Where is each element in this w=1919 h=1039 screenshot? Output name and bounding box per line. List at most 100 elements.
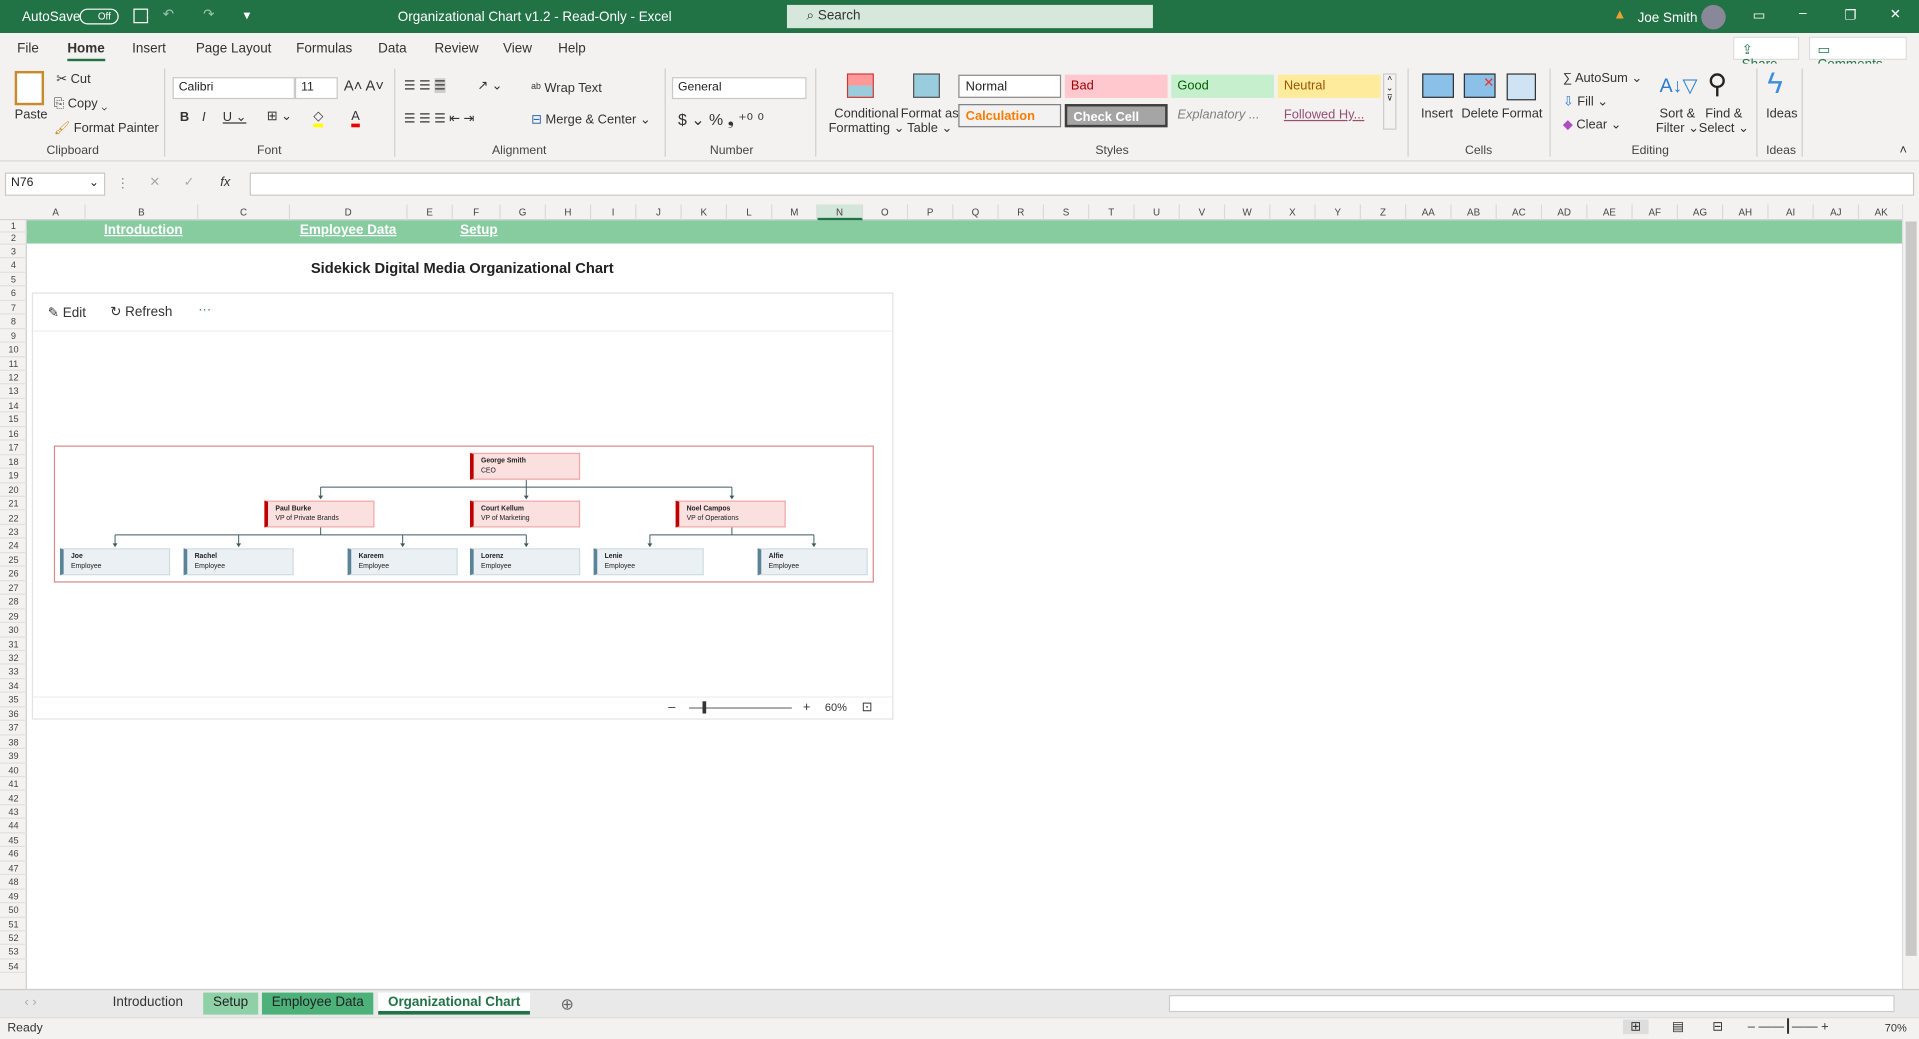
link-introduction[interactable]: Introduction — [104, 223, 183, 238]
tab-view[interactable]: View — [503, 42, 532, 57]
avatar[interactable] — [1701, 4, 1726, 30]
copy-button[interactable]: ⎘ Copy ⌄ — [54, 97, 108, 113]
warning-icon[interactable]: ▲ — [1613, 7, 1626, 22]
format-painter-button[interactable]: 🖌 Format Painter — [54, 120, 159, 136]
row-header[interactable]: 54 — [0, 959, 27, 974]
row-header[interactable]: 34 — [0, 679, 27, 694]
column-header[interactable]: N — [817, 204, 863, 221]
org-node-employee[interactable]: Lorenz Employee — [469, 548, 581, 576]
column-header[interactable]: Q — [953, 204, 999, 221]
row-header[interactable]: 43 — [0, 805, 27, 820]
column-header[interactable]: AG — [1678, 204, 1724, 221]
column-header[interactable]: AI — [1769, 204, 1814, 221]
column-header[interactable]: W — [1225, 204, 1271, 221]
column-header[interactable]: A — [27, 204, 86, 221]
enter-icon[interactable]: ✓ — [184, 175, 195, 190]
font-size-select[interactable]: 11 — [294, 77, 338, 100]
column-header[interactable]: X — [1270, 204, 1316, 221]
column-header[interactable]: V — [1180, 204, 1226, 221]
sheet-tab-employee-data[interactable]: Employee Data — [261, 992, 374, 1015]
column-header[interactable]: E — [408, 204, 453, 221]
row-header[interactable]: 24 — [0, 539, 27, 553]
redo-icon[interactable]: ↷ — [203, 6, 214, 22]
style-followed-hyperlink[interactable]: Followed Hy... — [1278, 104, 1381, 127]
zoom-slider[interactable]: – ——┃—— + — [1748, 1020, 1829, 1035]
zoom-out-button[interactable]: – — [668, 700, 675, 715]
customize-qat-icon[interactable]: ▾ — [244, 7, 251, 24]
share-button[interactable]: ⇪ Share — [1733, 36, 1800, 72]
row-header[interactable]: 32 — [0, 651, 27, 666]
row-header[interactable]: 19 — [0, 469, 27, 483]
row-header[interactable]: 49 — [0, 889, 27, 904]
zoom-in-button[interactable]: + — [803, 700, 811, 715]
org-chart[interactable]: George Smith CEO Paul Burke VP of Private … — [53, 445, 874, 583]
column-header[interactable]: AF — [1633, 204, 1678, 221]
ribbon-display-icon[interactable]: ▭ — [1753, 7, 1766, 24]
row-header[interactable]: 46 — [0, 847, 27, 862]
cancel-icon[interactable]: ✕ — [149, 175, 160, 190]
style-check-cell[interactable]: Check Cell — [1064, 104, 1168, 128]
row-header[interactable]: 29 — [0, 609, 27, 624]
style-neutral[interactable]: Neutral — [1277, 74, 1381, 98]
tab-file[interactable]: File — [17, 42, 39, 57]
row-header[interactable]: 27 — [0, 581, 27, 596]
save-icon[interactable] — [133, 8, 149, 24]
row-header[interactable]: 7 — [0, 301, 27, 315]
insert-function-icon[interactable]: fx — [220, 175, 230, 190]
font-color-icon[interactable]: A — [351, 109, 360, 128]
collapse-ribbon-icon[interactable]: ˄ — [1899, 143, 1907, 158]
row-header[interactable]: 39 — [0, 749, 27, 764]
tab-help[interactable]: Help — [558, 42, 586, 57]
row-header[interactable]: 9 — [0, 329, 27, 343]
column-header[interactable]: D — [290, 204, 408, 221]
borders-icon[interactable]: ⊞ ⌄ — [267, 109, 292, 124]
row-header[interactable]: 31 — [0, 637, 27, 652]
row-header[interactable]: 4 — [0, 259, 27, 273]
number-format-select[interactable]: General — [671, 77, 807, 100]
row-header[interactable]: 18 — [0, 455, 27, 469]
row-header[interactable]: 53 — [0, 945, 27, 960]
tab-formulas[interactable]: Formulas — [296, 42, 352, 57]
style-calculation[interactable]: Calculation — [958, 104, 1062, 128]
column-header[interactable]: G — [501, 204, 546, 221]
row-header[interactable]: 30 — [0, 623, 27, 638]
page-break-view-icon[interactable]: ⊟ — [1712, 1020, 1723, 1035]
row-header[interactable]: 41 — [0, 777, 27, 792]
row-header[interactable]: 38 — [0, 735, 27, 750]
column-header[interactable]: Z — [1361, 204, 1407, 221]
row-header[interactable]: 50 — [0, 903, 27, 918]
row-header[interactable]: 51 — [0, 917, 27, 932]
orientation-icon[interactable]: ↗ ⌄ — [477, 78, 502, 93]
name-box[interactable]: N76 ⌄ — [4, 172, 106, 196]
currency-icon[interactable]: $ ⌄ % ❟ ⁺⁰ ⁰ — [678, 110, 764, 130]
tab-data[interactable]: Data — [378, 42, 406, 57]
bold-button[interactable]: B — [180, 110, 189, 125]
row-header[interactable]: 40 — [0, 763, 27, 778]
autosave-toggle[interactable]: Off — [79, 8, 119, 25]
style-normal[interactable]: Normal — [958, 74, 1062, 98]
org-node-employee[interactable]: Alfie Employee — [757, 548, 868, 576]
fill-button[interactable]: ⇩ Fill ⌄ — [1563, 94, 1608, 109]
column-header[interactable]: F — [453, 204, 501, 221]
row-header[interactable]: 36 — [0, 707, 27, 722]
style-bad[interactable]: Bad — [1064, 74, 1168, 98]
cut-button[interactable]: ✂ Cut — [56, 72, 90, 87]
row-header[interactable]: 25 — [0, 553, 27, 568]
row-header[interactable]: 37 — [0, 721, 27, 736]
undo-icon[interactable]: ↶ — [163, 6, 174, 22]
tab-page-layout[interactable]: Page Layout — [196, 42, 272, 57]
row-header[interactable]: 10 — [0, 343, 27, 357]
column-header[interactable]: AD — [1542, 204, 1588, 221]
column-header[interactable]: B — [86, 204, 199, 221]
column-header[interactable]: T — [1089, 204, 1135, 221]
vertical-scrollbar[interactable] — [1901, 204, 1919, 989]
merge-center-button[interactable]: ⊟ Merge & Center ⌄ — [531, 113, 650, 128]
fit-to-window-icon[interactable]: ⊡ — [862, 700, 873, 715]
row-header[interactable]: 23 — [0, 525, 27, 539]
edit-button[interactable]: ✎ Edit — [48, 305, 86, 321]
tab-insert[interactable]: Insert — [132, 42, 166, 57]
row-header[interactable]: 8 — [0, 315, 27, 329]
column-header[interactable]: AA — [1406, 204, 1452, 221]
org-node-vp[interactable]: Noel Campos VP of Operations — [675, 500, 786, 528]
page-layout-view-icon[interactable]: ▤ — [1672, 1020, 1684, 1035]
